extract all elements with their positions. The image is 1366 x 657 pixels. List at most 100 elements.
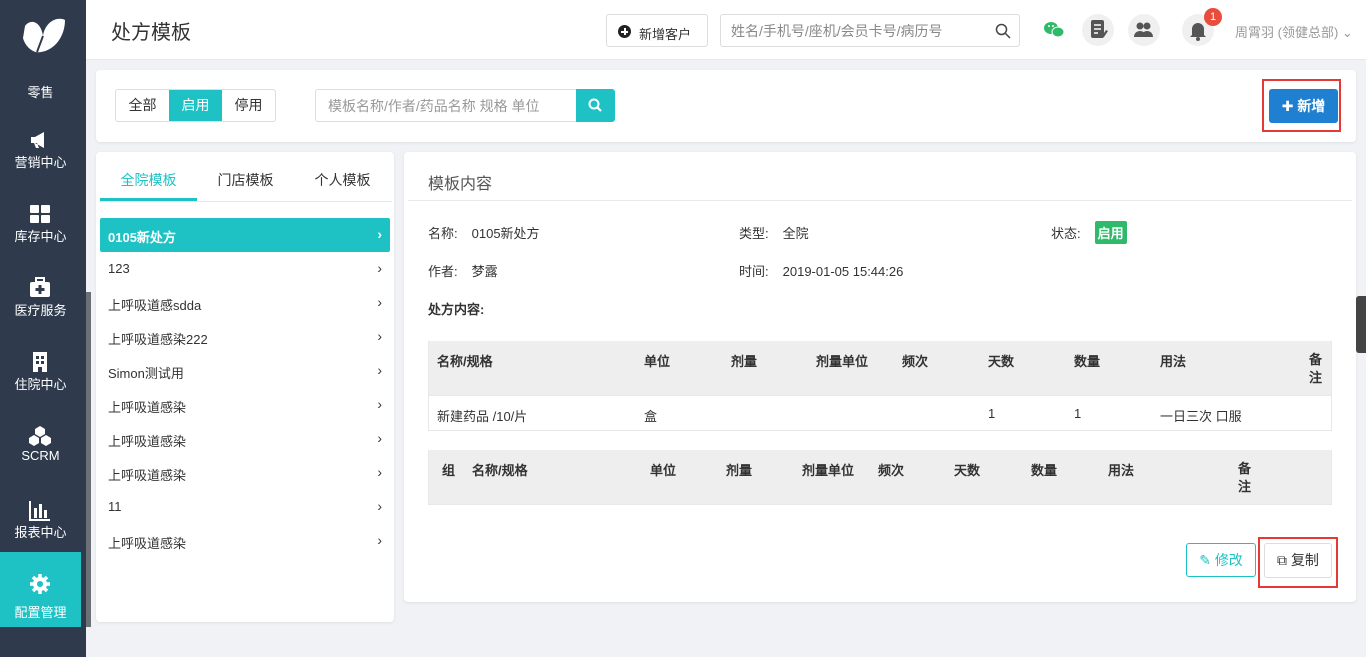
column-header: 剂量 [726, 463, 753, 478]
column-header: 用法 [1160, 354, 1187, 369]
page-scrollbar[interactable] [1356, 296, 1366, 353]
filter-all[interactable]: 全部 [116, 90, 169, 121]
template-name: Simon测试用 [108, 366, 184, 381]
new-customer-button[interactable]: 新增客户 [606, 14, 708, 47]
column-header: 频次 [902, 354, 929, 369]
copy-label: 复制 [1290, 552, 1319, 568]
table-cell: 1 [988, 406, 996, 421]
prescription-content-label: 处方内容: [428, 302, 485, 317]
new-customer-label: 新增客户 [639, 27, 692, 42]
medical-kit-icon [30, 277, 50, 297]
sidebar-item-label: 报表中心 [14, 525, 67, 540]
hospital-icon [33, 352, 47, 372]
status-badge: 启用 [1094, 221, 1127, 244]
tab-hospital-templates[interactable]: 全院模板 [100, 164, 197, 201]
copy-button[interactable]: ⧉ 复制 [1264, 543, 1332, 578]
copy-icon: ⧉ [1277, 552, 1288, 568]
butterfly-logo-icon[interactable] [17, 16, 69, 58]
edit-button[interactable]: ✎ 修改 [1186, 543, 1256, 577]
detail-author-field: 作者: 梦露 [428, 261, 498, 280]
sidebar-item-reports[interactable]: 报表中心 [0, 488, 81, 562]
chevron-right-icon: › [377, 226, 382, 242]
template-name: 上呼吸道感染222 [108, 332, 208, 347]
column-header: 单位 [650, 463, 677, 478]
column-header: 剂量单位 [802, 463, 855, 478]
template-name: 上呼吸道感染 [108, 400, 187, 415]
sidebar-item-inventory[interactable]: 库存中心 [0, 192, 81, 266]
sidebar-item-inpatient[interactable]: 住院中心 [0, 340, 81, 414]
gear-icon [30, 574, 50, 594]
filter-disabled[interactable]: 停用 [222, 90, 275, 121]
prescription-document-icon[interactable] [1082, 14, 1114, 46]
sidebar-item-label: 住院中心 [14, 377, 67, 392]
chevron-right-icon: › [377, 464, 382, 480]
template-name: 0105新处方 [108, 230, 176, 245]
table-header: 组 名称/规格 单位 剂量 剂量单位 频次 天数 数量 用法 备注 [429, 450, 1331, 504]
field-value: 梦露 [471, 264, 498, 279]
chevron-right-icon: › [377, 498, 382, 514]
template-item[interactable]: Simon测试用 › [100, 354, 390, 388]
template-detail-panel: 模板内容 名称: 0105新处方 类型: 全院 状态: 启用 作者: 梦露 时间: 201… [404, 152, 1356, 602]
chevron-right-icon: › [377, 328, 382, 344]
template-item[interactable]: 上呼吸道感染 › [100, 422, 390, 456]
field-label: 作者: [428, 264, 458, 279]
template-item[interactable]: 0105新处方 › [100, 218, 390, 252]
search-icon [588, 98, 602, 112]
filter-enabled[interactable]: 启用 [169, 90, 222, 121]
template-item[interactable]: 上呼吸道感染 › [100, 456, 390, 490]
template-search-input[interactable] [328, 98, 568, 114]
table-cell: 1 [1074, 406, 1082, 421]
template-item[interactable]: 上呼吸道感sdda › [100, 286, 390, 320]
template-item[interactable]: 上呼吸道感染 › [100, 388, 390, 422]
add-template-button[interactable]: ✚ 新增 [1269, 89, 1338, 123]
customer-search-input[interactable] [731, 22, 981, 40]
tab-personal-templates[interactable]: 个人模板 [294, 164, 391, 201]
edit-label: 修改 [1214, 552, 1243, 568]
tab-store-templates[interactable]: 门店模板 [197, 164, 294, 201]
plus-circle-icon [618, 25, 631, 38]
field-label: 状态: [1051, 226, 1081, 241]
field-label: 时间: [739, 264, 769, 279]
column-header: 剂量单位 [816, 354, 869, 369]
user-menu[interactable]: 周霄羽 (领健总部) ⌄ [1235, 22, 1353, 41]
column-header: 备注 [1309, 352, 1323, 385]
sidebar-item-label: 配置管理 [14, 605, 67, 620]
table-header: 名称/规格 单位 剂量 剂量单位 频次 天数 数量 用法 备注 [429, 341, 1331, 395]
grid-icon [30, 205, 50, 223]
sidebar-item-config[interactable]: 配置管理 [0, 552, 81, 627]
sidebar-scrollbar[interactable] [86, 292, 91, 627]
column-header: 频次 [878, 463, 905, 478]
table-cell: 盒 [644, 409, 658, 424]
search-icon[interactable] [995, 23, 1011, 39]
sidebar-item-scrm[interactable]: SCRM [0, 414, 81, 488]
filter-bar: 全部 启用 停用 ✚ 新增 [96, 70, 1356, 142]
add-button-highlight: ✚ 新增 [1262, 79, 1341, 132]
template-item[interactable]: 123 › [100, 252, 390, 286]
column-header: 备注 [1238, 461, 1252, 494]
column-header: 数量 [1074, 354, 1101, 369]
detail-type-field: 类型: 全院 [739, 223, 809, 242]
template-item[interactable]: 上呼吸道感染222 › [100, 320, 390, 354]
column-header: 名称/规格 [472, 463, 528, 478]
template-list-panel: 全院模板 门店模板 个人模板 0105新处方 › 123 › 上呼吸道感sdda › … [96, 152, 394, 622]
template-item[interactable]: 11 › [100, 490, 390, 524]
field-label: 名称: [428, 226, 458, 241]
wechat-icon[interactable] [1038, 14, 1070, 46]
template-name: 11 [108, 499, 122, 514]
customer-search-box [720, 14, 1020, 47]
template-search-box [315, 89, 577, 122]
template-search-button[interactable] [576, 89, 615, 122]
template-tabs: 全院模板 门店模板 个人模板 [100, 164, 392, 202]
template-name: 上呼吸道感染 [108, 434, 187, 449]
sidebar-item-marketing[interactable]: 营销中心 [0, 118, 81, 192]
chevron-right-icon: › [377, 294, 382, 310]
sidebar-item-medical[interactable]: 医疗服务 [0, 266, 81, 340]
table-cell: 新建药品 /10/片 [437, 409, 528, 424]
template-item[interactable]: 上呼吸道感染 › [100, 524, 390, 558]
chevron-right-icon: › [377, 532, 382, 548]
user-group-icon[interactable] [1128, 14, 1160, 46]
column-header: 单位 [644, 354, 671, 369]
detail-status-field: 状态: 启用 [1051, 221, 1127, 244]
column-header: 组 [442, 463, 456, 478]
sidebar-item-label: SCRM [21, 448, 60, 463]
